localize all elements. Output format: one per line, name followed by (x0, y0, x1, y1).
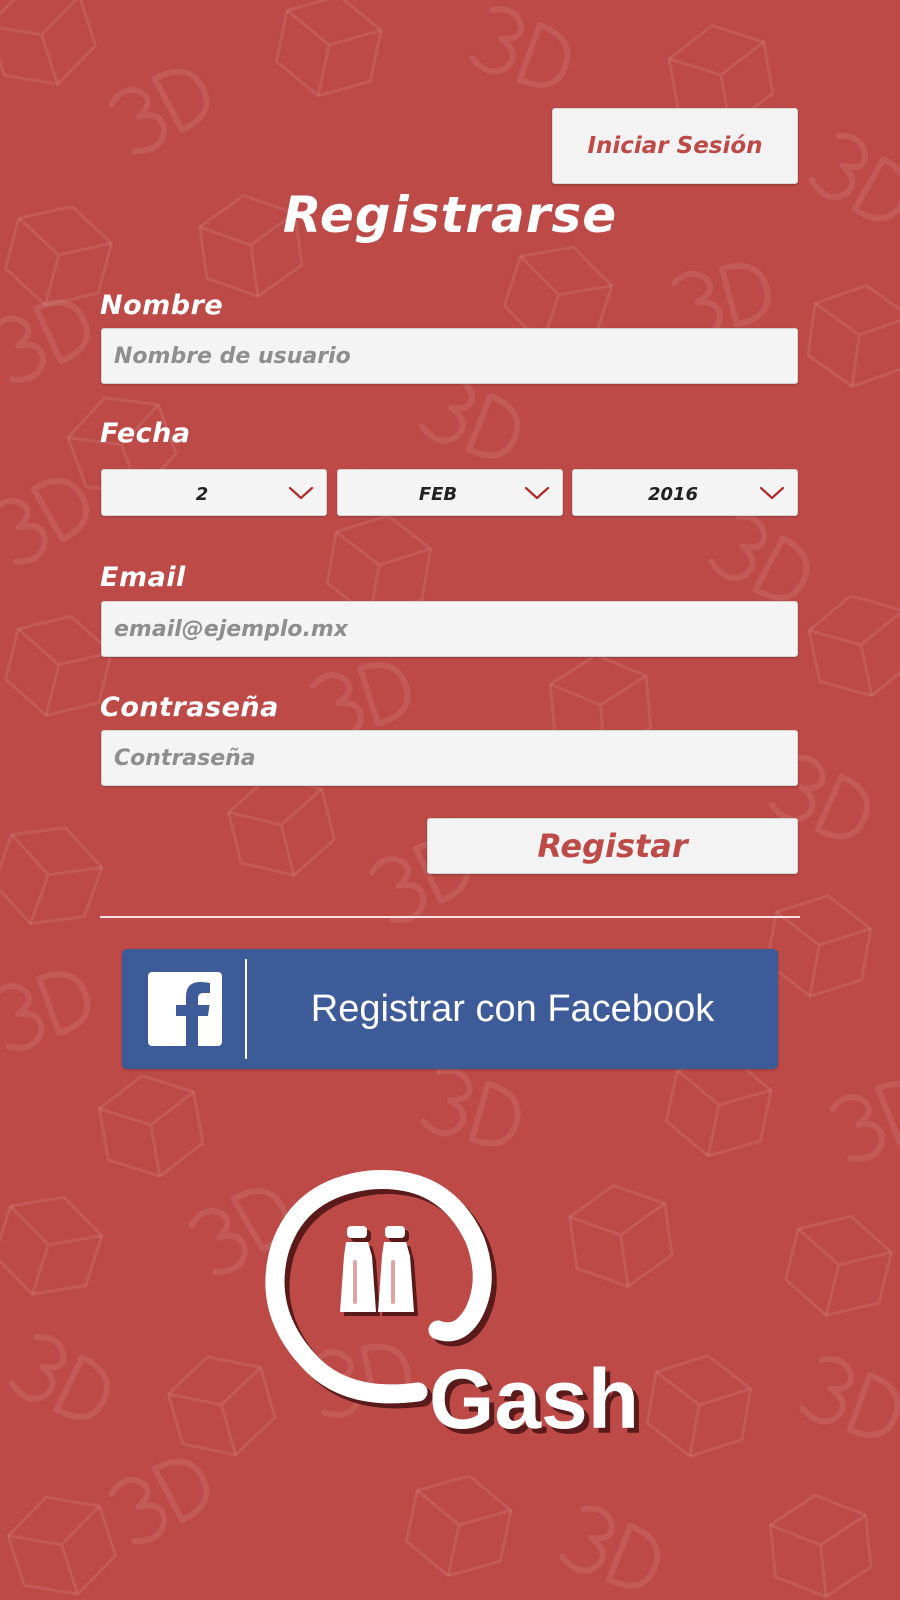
name-label: Nombre (100, 290, 224, 321)
day-select-value: 2 (195, 484, 209, 505)
facebook-register-button[interactable]: Registrar con Facebook (122, 949, 778, 1069)
date-label: Fecha (100, 418, 191, 449)
register-button[interactable]: Registar (427, 818, 798, 874)
password-input[interactable] (101, 730, 798, 786)
login-button[interactable]: Iniciar Sesión (552, 108, 798, 184)
email-label: Email (100, 562, 186, 593)
facebook-register-label: Registrar con Facebook (310, 988, 715, 1030)
divider (100, 916, 800, 918)
month-select-value: FEB (418, 484, 458, 505)
password-label: Contraseña (100, 692, 279, 723)
month-select[interactable]: FEB (337, 469, 563, 516)
chevron-down-icon (524, 486, 550, 500)
logo-brand-text: Gash (429, 1352, 639, 1446)
email-input[interactable] (101, 601, 798, 657)
year-select-value: 2016 (647, 484, 699, 505)
chevron-down-icon (759, 486, 785, 500)
day-select[interactable]: 2 (101, 469, 327, 516)
gash-logo: Gash Gash (265, 1170, 644, 1450)
page-title: Registrarse (282, 186, 618, 244)
name-input[interactable] (101, 328, 798, 384)
year-select[interactable]: 2016 (572, 469, 798, 516)
chevron-down-icon (288, 486, 314, 500)
facebook-icon (148, 972, 222, 1046)
